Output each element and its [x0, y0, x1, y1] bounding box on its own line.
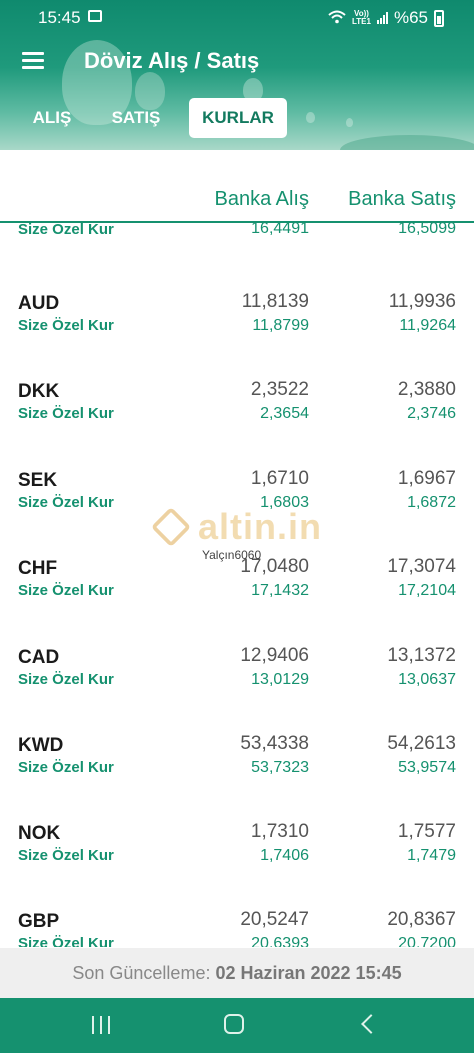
special-sell-value: 17,2104 — [398, 582, 456, 599]
special-sell-value: 2,3746 — [407, 405, 456, 422]
rate-row: NOK 1,7310 1,7577 Size Özel Kur 1,7406 1… — [0, 821, 474, 911]
tab-satis[interactable]: SATIŞ — [98, 98, 174, 138]
battery-icon — [434, 9, 444, 27]
rate-row: CHF 17,0480 17,3074 Size Özel Kur 17,143… — [0, 556, 474, 646]
rate-row: CAD 12,9406 13,1372 Size Özel Kur 13,012… — [0, 645, 474, 735]
page-title: Döviz Alış / Satış — [84, 48, 260, 73]
special-buy-value: 1,7406 — [260, 847, 309, 864]
sell-value: 1,6967 — [397, 468, 456, 489]
tab-kurlar[interactable]: KURLAR — [189, 98, 287, 138]
buy-value: 1,7310 — [250, 821, 309, 842]
currency-code: CAD — [18, 647, 60, 668]
special-rate-label: Size Özel Kur — [18, 671, 114, 688]
last-update-label: Son Güncelleme: — [72, 963, 211, 983]
menu-icon[interactable] — [22, 52, 44, 70]
rate-row: Size Özel Kur 16,4491 16,5099 — [0, 223, 474, 301]
buy-value: 20,5247 — [240, 909, 309, 930]
special-sell-value: 16,5099 — [398, 223, 456, 237]
special-buy-value: 17,1432 — [251, 582, 309, 599]
special-rate-label: Size Özel Kur — [18, 223, 114, 238]
status-time: 15:45 — [38, 8, 81, 27]
currency-code: NOK — [18, 823, 61, 844]
special-rate-label: Size Özel Kur — [18, 494, 114, 511]
status-icons: Vo)) LTE1 %65 — [328, 8, 444, 28]
special-buy-value: 2,3654 — [260, 405, 309, 422]
rate-row: GBP 20,5247 20,8367 Size Özel Kur 20,639… — [0, 909, 474, 947]
sell-value: 20,8367 — [387, 909, 456, 930]
sell-value: 11,9936 — [388, 291, 456, 312]
recent-apps-icon[interactable] — [92, 1016, 112, 1034]
special-sell-value: 20,7200 — [398, 935, 456, 947]
special-buy-value: 11,8799 — [252, 317, 309, 334]
special-sell-value: 11,9264 — [399, 317, 456, 334]
buy-value: 53,4338 — [240, 733, 309, 754]
tab-alis[interactable]: ALIŞ — [20, 98, 84, 138]
column-header-sell: Banka Satış — [348, 188, 456, 210]
sell-value: 54,2613 — [387, 733, 456, 754]
currency-code: GBP — [18, 911, 60, 932]
home-icon[interactable] — [224, 1014, 244, 1034]
sell-value: 17,3074 — [387, 556, 456, 577]
watermark-user: Yalçın6060 — [202, 548, 262, 562]
currency-code: CHF — [18, 558, 58, 579]
rate-row: AUD 11,8139 11,9936 Size Özel Kur 11,879… — [0, 291, 474, 381]
special-buy-value: 53,7323 — [251, 759, 309, 776]
sell-value: 13,1372 — [387, 645, 456, 666]
back-icon[interactable] — [361, 1014, 381, 1034]
special-sell-value: 1,7479 — [407, 847, 456, 864]
wifi-icon — [328, 10, 346, 27]
special-buy-value: 13,0129 — [251, 671, 309, 688]
special-sell-value: 1,6872 — [407, 494, 456, 511]
special-rate-label: Size Özel Kur — [18, 317, 114, 334]
special-buy-value: 20,6393 — [251, 935, 309, 947]
buy-value: 1,6710 — [250, 468, 309, 489]
currency-code: KWD — [18, 735, 64, 756]
toolbar: Döviz Alış / Satış — [0, 40, 474, 90]
currency-code: AUD — [18, 293, 60, 314]
rates-list[interactable]: Size Özel Kur 16,4491 16,5099 AUD 11,813… — [0, 223, 474, 947]
lte-indicator: Vo)) LTE1 — [352, 10, 371, 26]
column-header-buy: Banka Alış — [214, 188, 309, 210]
sell-value: 1,7577 — [397, 821, 456, 842]
altin-logo-icon — [150, 506, 192, 548]
special-rate-label: Size Özel Kur — [18, 405, 114, 422]
watermark: altin.in Yalçın6060 — [150, 506, 332, 568]
currency-code: SEK — [18, 470, 58, 491]
buy-value: 11,8139 — [241, 291, 309, 312]
special-rate-label: Size Özel Kur — [18, 759, 114, 776]
special-buy-value: 16,4491 — [251, 223, 309, 237]
lte-bottom: LTE1 — [352, 17, 371, 26]
last-update-bar: Son Güncelleme: 02 Haziran 2022 15:45 — [0, 948, 474, 998]
buy-value: 12,9406 — [240, 645, 309, 666]
currency-code: DKK — [18, 381, 60, 402]
watermark-brand: altin.in — [198, 506, 322, 547]
rate-row: KWD 53,4338 54,2613 Size Özel Kur 53,732… — [0, 733, 474, 823]
last-update-value: 02 Haziran 2022 15:45 — [215, 963, 402, 983]
sell-value: 2,3880 — [397, 379, 456, 400]
buy-value: 2,3522 — [250, 379, 309, 400]
special-rate-label: Size Özel Kur — [18, 847, 114, 864]
rate-row: DKK 2,3522 2,3880 Size Özel Kur 2,3654 2… — [0, 379, 474, 469]
special-rate-label: Size Özel Kur — [18, 935, 114, 947]
special-rate-label: Size Özel Kur — [18, 582, 114, 599]
tab-bar: ALIŞ SATIŞ KURLAR — [0, 98, 474, 140]
special-sell-value: 53,9574 — [398, 759, 456, 776]
battery-percent: %65 — [393, 8, 428, 27]
signal-icon — [376, 12, 388, 24]
app-header: 15:45 Vo)) LTE1 %65 Döviz Alış / Satış A… — [0, 0, 474, 150]
system-nav-bar — [0, 998, 474, 1053]
special-sell-value: 13,0637 — [398, 671, 456, 688]
status-bar: 15:45 Vo)) LTE1 %65 — [0, 0, 474, 36]
gallery-icon — [88, 10, 102, 22]
